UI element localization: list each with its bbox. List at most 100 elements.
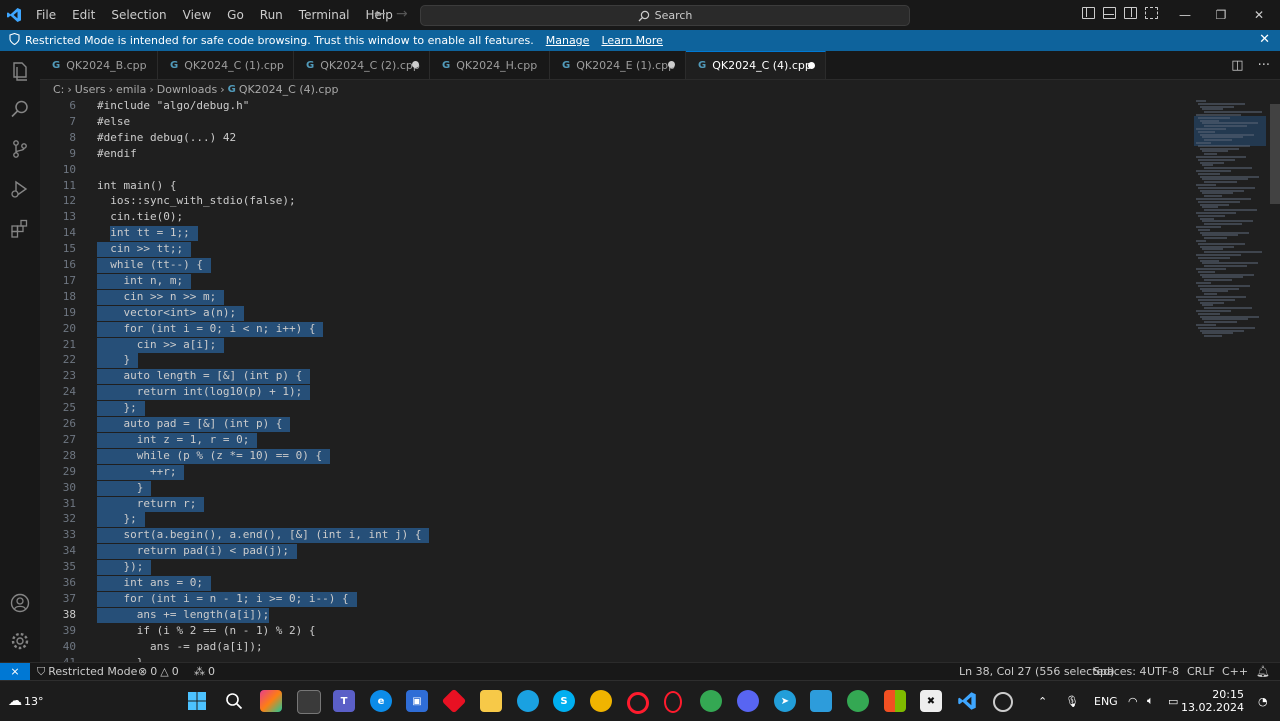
code-line[interactable]: 33 sort(a.begin(), a.end(), [&] (int i, … bbox=[40, 527, 1190, 544]
forward-arrow-icon[interactable]: → bbox=[396, 6, 408, 22]
code-line[interactable]: 25 }; bbox=[40, 400, 1190, 417]
clock[interactable]: 20:15 13.02.2024 bbox=[1181, 681, 1244, 721]
weather-widget[interactable]: ☁ 13° bbox=[8, 681, 44, 721]
code-line[interactable]: 30 } bbox=[40, 480, 1190, 496]
search-view-icon[interactable] bbox=[8, 97, 32, 121]
copilot-icon[interactable] bbox=[260, 690, 282, 712]
unsaved-dot-icon[interactable] bbox=[668, 61, 675, 68]
telegram-icon[interactable]: ➤ bbox=[774, 690, 796, 712]
code-line[interactable]: 14 int tt = 1;; bbox=[40, 225, 1190, 242]
ports-status[interactable]: ⁂ 0 bbox=[194, 663, 215, 680]
teams-icon[interactable]: T bbox=[333, 690, 355, 712]
tab-qk2024-c-2[interactable]: G QK2024_C (2).cpp bbox=[294, 51, 430, 79]
close-window-button[interactable]: ✕ bbox=[1236, 0, 1280, 30]
edge-icon[interactable]: e bbox=[370, 690, 392, 712]
code-line[interactable]: 32 }; bbox=[40, 511, 1190, 528]
code-line[interactable]: 34 return pad(i) < pad(j); bbox=[40, 543, 1190, 560]
code-line[interactable]: 27 int z = 1, r = 0; bbox=[40, 432, 1190, 448]
breadcrumb-item[interactable]: Users bbox=[75, 83, 106, 96]
source-control-icon[interactable] bbox=[8, 137, 32, 161]
file-explorer-icon[interactable] bbox=[480, 690, 502, 712]
task-view-icon[interactable] bbox=[297, 690, 321, 714]
menu-terminal[interactable]: Terminal bbox=[291, 0, 358, 30]
code-line[interactable]: 6 #include "algo/debug.h" bbox=[40, 98, 1190, 114]
indentation-status[interactable]: Spaces: 4 bbox=[1093, 663, 1146, 680]
code-line[interactable]: 37 for (int i = n - 1; i >= 0; i--) { bbox=[40, 591, 1190, 607]
remote-indicator-icon[interactable]: ⨯ bbox=[0, 663, 30, 680]
restricted-mode-status[interactable]: ⛉ Restricted Mode bbox=[37, 663, 137, 680]
terminal-icon[interactable]: ✖ bbox=[920, 690, 942, 712]
code-line[interactable]: 36 int ans = 0; bbox=[40, 575, 1190, 591]
explorer-icon[interactable] bbox=[8, 59, 32, 83]
code-line[interactable]: 11 int main() { bbox=[40, 178, 1190, 194]
code-line[interactable]: 21 cin >> a[i]; bbox=[40, 337, 1190, 353]
toggle-primary-sidebar-icon[interactable] bbox=[1082, 7, 1095, 19]
eol-status[interactable]: CRLF bbox=[1187, 663, 1215, 680]
opera-icon[interactable] bbox=[627, 692, 649, 714]
code-line[interactable]: 41 } bbox=[40, 655, 1190, 663]
code-line[interactable]: 28 while (p % (z *= 10) == 0) { bbox=[40, 448, 1190, 464]
notifications-bell-icon[interactable]: 🔔︎ bbox=[1256, 663, 1270, 680]
code-line[interactable]: 24 return int(log10(p) + 1); bbox=[40, 384, 1190, 401]
code-line[interactable]: 20 for (int i = 0; i < n; i++) { bbox=[40, 321, 1190, 337]
code-line[interactable]: 17 int n, m; bbox=[40, 273, 1190, 289]
manage-gear-icon[interactable] bbox=[8, 629, 32, 653]
manage-link[interactable]: Manage bbox=[546, 34, 590, 47]
code-line[interactable]: 12 ios::sync_with_stdio(false); bbox=[40, 193, 1190, 209]
code-line[interactable]: 39 if (i % 2 == (n - 1) % 2) { bbox=[40, 623, 1190, 639]
learn-more-link[interactable]: Learn More bbox=[601, 34, 663, 47]
code-line[interactable]: 35 }); bbox=[40, 559, 1190, 576]
cursor-position[interactable]: Ln 38, Col 27 (556 selected) bbox=[959, 663, 1115, 680]
wifi-icon[interactable]: ◠ bbox=[1128, 681, 1138, 721]
run-debug-icon[interactable] bbox=[8, 177, 32, 201]
notification-center-icon[interactable]: ◔ bbox=[1258, 681, 1268, 721]
toggle-panel-icon[interactable] bbox=[1103, 7, 1116, 19]
language-mode-status[interactable]: C++ bbox=[1222, 663, 1248, 680]
tab-qk2024-h[interactable]: G QK2024_H.cpp bbox=[430, 51, 550, 79]
breadcrumb-item[interactable]: C: bbox=[53, 83, 64, 96]
tab-qk2024-c-4[interactable]: G QK2024_C (4).cpp bbox=[686, 51, 826, 79]
tab-qk2024-e-1[interactable]: G QK2024_E (1).cpp bbox=[550, 51, 686, 79]
menu-file[interactable]: File bbox=[28, 0, 64, 30]
input-language[interactable]: ENG bbox=[1094, 681, 1118, 721]
split-editor-icon[interactable]: ◫ bbox=[1231, 58, 1243, 73]
show-hidden-icons[interactable]: ⌃ bbox=[1038, 681, 1047, 721]
code-line[interactable]: 16 while (tt--) { bbox=[40, 257, 1190, 273]
tab-qk2024-c-1[interactable]: G QK2024_C (1).cpp bbox=[158, 51, 294, 79]
code-line[interactable]: 9 #endif bbox=[40, 146, 1190, 162]
problems-status[interactable]: ⊗ 0 △ 0 bbox=[138, 663, 179, 680]
customize-layout-icon[interactable] bbox=[1145, 7, 1158, 19]
extensions-icon[interactable] bbox=[8, 217, 32, 241]
app-grid-icon[interactable] bbox=[884, 690, 906, 712]
tab-qk2024-b[interactable]: G QK2024_B.cpp bbox=[40, 51, 158, 79]
skype-icon[interactable]: S bbox=[553, 690, 575, 712]
code-line[interactable]: 38 ans += length(a[i]); bbox=[40, 607, 1190, 623]
breadcrumb-item[interactable]: emila bbox=[116, 83, 146, 96]
breadcrumb-item[interactable]: Downloads bbox=[157, 83, 217, 96]
unsaved-dot-icon[interactable] bbox=[412, 61, 419, 68]
code-line[interactable]: 22 } bbox=[40, 352, 1190, 369]
code-line[interactable]: 8 #define debug(...) 42 bbox=[40, 130, 1190, 146]
menu-run[interactable]: Run bbox=[252, 0, 291, 30]
vscode-taskbar-icon[interactable] bbox=[956, 690, 978, 712]
code-line[interactable]: 26 auto pad = [&] (int p) { bbox=[40, 416, 1190, 432]
command-center-search[interactable]: Search bbox=[420, 5, 910, 26]
code-line[interactable]: 10 bbox=[40, 162, 1190, 178]
accounts-icon[interactable] bbox=[8, 591, 32, 615]
menu-go[interactable]: Go bbox=[219, 0, 252, 30]
editor-scrollbar[interactable] bbox=[1270, 98, 1280, 662]
menu-selection[interactable]: Selection bbox=[103, 0, 174, 30]
code-line[interactable]: 7 #else bbox=[40, 114, 1190, 130]
toggle-secondary-sidebar-icon[interactable] bbox=[1124, 7, 1137, 19]
code-line[interactable]: 40 ans -= pad(a[i]); bbox=[40, 639, 1190, 655]
taskbar-search-icon[interactable] bbox=[223, 690, 245, 712]
scroll-thumb[interactable] bbox=[1270, 104, 1280, 204]
encoding-status[interactable]: UTF-8 bbox=[1147, 663, 1179, 680]
battery-icon[interactable]: ▭ bbox=[1168, 681, 1178, 721]
microphone-icon[interactable]: 🎙︎ bbox=[1065, 681, 1079, 721]
code-line[interactable]: 15 cin >> tt;; bbox=[40, 241, 1190, 258]
more-actions-icon[interactable]: ··· bbox=[1258, 58, 1270, 73]
notes-icon[interactable] bbox=[810, 690, 832, 712]
unsaved-dot-icon[interactable] bbox=[808, 62, 815, 69]
volume-icon[interactable]: 🔈︎ bbox=[1147, 681, 1154, 721]
